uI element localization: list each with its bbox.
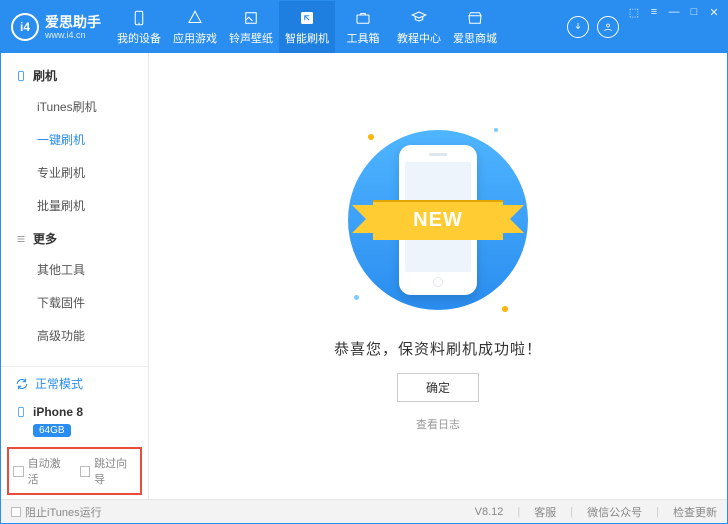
tab-smart-flash[interactable]: 智能刷机 xyxy=(279,1,335,53)
device-phone-icon xyxy=(15,404,27,420)
sidebar-section-flash: 刷机 xyxy=(1,59,148,90)
support-link[interactable]: 客服 xyxy=(534,504,556,520)
list-icon xyxy=(15,233,27,245)
separator: | xyxy=(570,506,573,518)
close-button[interactable]: ✕ xyxy=(707,5,721,19)
view-log-link[interactable]: 查看日志 xyxy=(416,416,460,432)
status-bar: 阻止iTunes运行 V8.12 | 客服 | 微信公众号 | 检查更新 xyxy=(1,499,727,523)
tab-tutorials[interactable]: 教程中心 xyxy=(391,1,447,53)
checkbox-label: 跳过向导 xyxy=(94,455,136,487)
flash-icon xyxy=(298,9,316,27)
ribbon-text: NEW xyxy=(373,200,503,240)
sidebar-item-advanced[interactable]: 高级功能 xyxy=(1,319,148,352)
tab-label: 工具箱 xyxy=(347,30,380,46)
apps-icon xyxy=(186,9,204,27)
main-panel: NEW 恭喜您，保资料刷机成功啦！ 确定 查看日志 xyxy=(149,53,727,499)
wechat-link[interactable]: 微信公众号 xyxy=(587,504,642,520)
download-button[interactable] xyxy=(567,16,589,38)
phone-small-icon xyxy=(15,70,27,82)
skip-guide-checkbox[interactable]: 跳过向导 xyxy=(80,455,137,487)
auto-activate-checkbox[interactable]: 自动激活 xyxy=(13,455,70,487)
tab-apps[interactable]: 应用游戏 xyxy=(167,1,223,53)
tab-label: 智能刷机 xyxy=(285,30,329,46)
footer-right: V8.12 | 客服 | 微信公众号 | 检查更新 xyxy=(475,504,717,520)
title-bar: i4 爱思助手 www.i4.cn 我的设备 应用游戏 铃声壁纸 智能刷机 xyxy=(1,1,727,53)
sidebar-item-other-tools[interactable]: 其他工具 xyxy=(1,253,148,286)
minimize-button[interactable]: — xyxy=(667,5,681,19)
brand-name: 爱思助手 xyxy=(45,15,101,29)
capacity-badge: 64GB xyxy=(33,424,71,437)
tab-toolbox[interactable]: 工具箱 xyxy=(335,1,391,53)
block-itunes-checkbox[interactable]: 阻止iTunes运行 xyxy=(11,504,102,520)
spark-icon xyxy=(368,134,374,140)
sidebar-item-batch-flash[interactable]: 批量刷机 xyxy=(1,189,148,222)
sidebar-item-itunes-flash[interactable]: iTunes刷机 xyxy=(1,90,148,123)
tab-ringtones[interactable]: 铃声壁纸 xyxy=(223,1,279,53)
brand-logo-icon: i4 xyxy=(11,13,39,41)
mode-label: 正常模式 xyxy=(35,375,83,392)
sidebar-section-more: 更多 xyxy=(1,222,148,253)
sidebar-item-oneclick-flash[interactable]: 一键刷机 xyxy=(1,123,148,156)
check-update-link[interactable]: 检查更新 xyxy=(673,504,717,520)
section-label: 刷机 xyxy=(33,67,57,84)
brand-text: 爱思助手 www.i4.cn xyxy=(45,15,101,40)
spark-icon xyxy=(494,128,498,132)
device-mode[interactable]: 正常模式 xyxy=(1,367,148,400)
tab-label: 铃声壁纸 xyxy=(229,30,273,46)
top-tabs: 我的设备 应用游戏 铃声壁纸 智能刷机 工具箱 教程中心 xyxy=(111,1,559,53)
checkbox-label: 阻止iTunes运行 xyxy=(25,504,102,520)
new-ribbon-icon: NEW xyxy=(358,197,518,243)
top-right-actions xyxy=(559,1,627,53)
checkbox-label: 自动激活 xyxy=(28,455,70,487)
checkbox-box-icon xyxy=(13,466,24,477)
ok-button[interactable]: 确定 xyxy=(397,373,479,402)
body: 刷机 iTunes刷机 一键刷机 专业刷机 批量刷机 更多 其他工具 下载固件 … xyxy=(1,53,727,499)
store-icon xyxy=(466,9,484,27)
phone-icon xyxy=(130,9,148,27)
menu-button[interactable]: ≡ xyxy=(647,5,661,19)
tutorial-icon xyxy=(410,9,428,27)
tab-label: 教程中心 xyxy=(397,30,441,46)
spark-icon xyxy=(354,295,359,300)
spark-icon xyxy=(502,306,508,312)
separator: | xyxy=(656,506,659,518)
brand: i4 爱思助手 www.i4.cn xyxy=(1,1,111,53)
window-controls: ⬚ ≡ — □ ✕ xyxy=(627,1,727,53)
sidebar-item-pro-flash[interactable]: 专业刷机 xyxy=(1,156,148,189)
separator: | xyxy=(517,506,520,518)
skin-button[interactable]: ⬚ xyxy=(627,5,641,19)
toolbox-icon xyxy=(354,9,372,27)
tab-my-device[interactable]: 我的设备 xyxy=(111,1,167,53)
sidebar: 刷机 iTunes刷机 一键刷机 专业刷机 批量刷机 更多 其他工具 下载固件 … xyxy=(1,53,149,499)
checkbox-box-icon xyxy=(11,507,21,517)
tab-label: 爱思商城 xyxy=(453,30,497,46)
section-label: 更多 xyxy=(33,230,57,247)
success-illustration: NEW xyxy=(338,120,538,320)
app-window: i4 爱思助手 www.i4.cn 我的设备 应用游戏 铃声壁纸 智能刷机 xyxy=(0,0,728,524)
refresh-icon xyxy=(15,377,29,391)
version-label: V8.12 xyxy=(475,506,504,518)
tab-label: 应用游戏 xyxy=(173,30,217,46)
maximize-button[interactable]: □ xyxy=(687,5,701,19)
brand-url: www.i4.cn xyxy=(45,31,101,40)
account-button[interactable] xyxy=(597,16,619,38)
tab-store[interactable]: 爱思商城 xyxy=(447,1,503,53)
device-name: iPhone 8 xyxy=(33,405,83,419)
flash-options-highlight: 自动激活 跳过向导 xyxy=(7,447,142,495)
sidebar-scroll: 刷机 iTunes刷机 一键刷机 专业刷机 批量刷机 更多 其他工具 下载固件 … xyxy=(1,53,148,366)
checkbox-box-icon xyxy=(80,466,91,477)
sidebar-item-firmware[interactable]: 下载固件 xyxy=(1,286,148,319)
success-message: 恭喜您，保资料刷机成功啦！ xyxy=(334,338,542,359)
sidebar-bottom: 正常模式 iPhone 8 64GB 自动激活 xyxy=(1,366,148,499)
wallpaper-icon xyxy=(242,9,260,27)
device-info[interactable]: iPhone 8 64GB xyxy=(1,400,148,447)
tab-label: 我的设备 xyxy=(117,30,161,46)
